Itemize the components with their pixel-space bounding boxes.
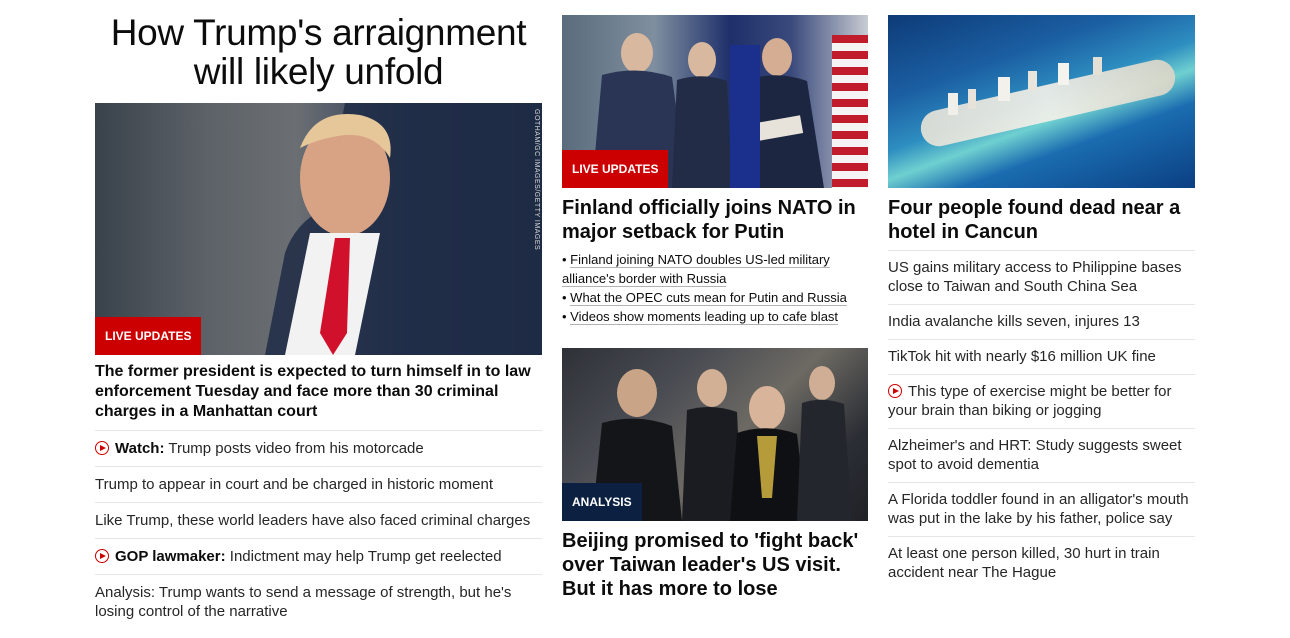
bullet-link: Videos show moments leading up to cafe b… xyxy=(570,309,839,325)
live-updates-badge: LIVE UPDATES xyxy=(562,150,669,188)
link-text: Trump to appear in court and be charged … xyxy=(95,476,493,493)
live-updates-badge: LIVE UPDATES xyxy=(95,317,202,355)
list-item[interactable]: Watch: Trump posts video from his motorc… xyxy=(95,430,542,466)
link-text: Analysis: Trump wants to send a message … xyxy=(95,584,512,620)
taiwan-photo[interactable]: ANALYSIS xyxy=(562,348,868,521)
nato-photo[interactable]: LIVE UPDATES xyxy=(562,15,868,188)
list-item[interactable]: At least one person killed, 30 hurt in t… xyxy=(888,536,1195,590)
analysis-badge: ANALYSIS xyxy=(562,483,642,521)
secondary-stories-column: LIVE UPDATES Finland officially joins NA… xyxy=(562,0,868,607)
list-item[interactable]: TikTok hit with nearly $16 million UK fi… xyxy=(888,339,1195,374)
link-text: Like Trump, these world leaders have als… xyxy=(95,512,531,529)
play-video-icon xyxy=(95,549,109,563)
list-item[interactable]: • Finland joining NATO doubles US-led mi… xyxy=(562,250,868,288)
nato-headline[interactable]: Finland officially joins NATO in major s… xyxy=(562,196,868,244)
nato-bullets: • Finland joining NATO doubles US-led mi… xyxy=(562,250,868,326)
world-news-column: Four people found dead near a hotel in C… xyxy=(888,0,1195,590)
list-item[interactable]: Analysis: Trump wants to send a message … xyxy=(95,574,542,629)
link-text: Indictment may help Trump get reelected xyxy=(225,548,502,565)
bullet-link: Finland joining NATO doubles US-led mili… xyxy=(562,252,830,287)
lead-summary[interactable]: The former president is expected to turn… xyxy=(95,362,542,422)
world-links: US gains military access to Philippine b… xyxy=(888,250,1195,590)
list-item[interactable]: India avalanche kills seven, injures 13 xyxy=(888,304,1195,339)
link-text: Alzheimer's and HRT: Study suggests swee… xyxy=(888,437,1182,473)
link-prefix: Watch: xyxy=(115,440,165,457)
trump-photo[interactable]: GOTHAM/GC IMAGES/GETTY IMAGES LIVE UPDAT… xyxy=(95,103,542,355)
cancun-headline[interactable]: Four people found dead near a hotel in C… xyxy=(888,196,1195,244)
link-text: TikTok hit with nearly $16 million UK fi… xyxy=(888,348,1156,365)
link-prefix: GOP lawmaker: xyxy=(115,548,226,565)
play-video-icon xyxy=(95,441,109,455)
link-text: At least one person killed, 30 hurt in t… xyxy=(888,545,1160,581)
list-item[interactable]: This type of exercise might be better fo… xyxy=(888,374,1195,428)
list-item[interactable]: US gains military access to Philippine b… xyxy=(888,250,1195,304)
hotel-buildings-illustration xyxy=(948,57,1102,115)
play-video-icon xyxy=(888,384,902,398)
cancun-photo[interactable] xyxy=(888,15,1195,188)
link-text: A Florida toddler found in an alligator'… xyxy=(888,491,1189,527)
taiwan-headline[interactable]: Beijing promised to 'fight back' over Ta… xyxy=(562,529,868,601)
lead-story-column: How Trump's arraignment will likely unfo… xyxy=(95,0,542,629)
related-links: Watch: Trump posts video from his motorc… xyxy=(95,430,542,629)
us-flag xyxy=(832,35,868,188)
list-item[interactable]: Like Trump, these world leaders have als… xyxy=(95,502,542,538)
nato-flag xyxy=(730,45,760,188)
link-text: India avalanche kills seven, injures 13 xyxy=(888,313,1140,330)
list-item[interactable]: A Florida toddler found in an alligator'… xyxy=(888,482,1195,536)
list-item[interactable]: GOP lawmaker: Indictment may help Trump … xyxy=(95,538,542,574)
lead-headline[interactable]: How Trump's arraignment will likely unfo… xyxy=(95,13,542,91)
list-item[interactable]: • Videos show moments leading up to cafe… xyxy=(562,307,868,326)
list-item[interactable]: • What the OPEC cuts mean for Putin and … xyxy=(562,288,868,307)
link-text: US gains military access to Philippine b… xyxy=(888,259,1182,295)
list-item[interactable]: Alzheimer's and HRT: Study suggests swee… xyxy=(888,428,1195,482)
bullet-link: What the OPEC cuts mean for Putin and Ru… xyxy=(570,290,847,306)
link-text: Trump posts video from his motorcade xyxy=(164,440,424,457)
link-text: This type of exercise might be better fo… xyxy=(888,383,1172,419)
list-item[interactable]: Trump to appear in court and be charged … xyxy=(95,466,542,502)
photo-credit: GOTHAM/GC IMAGES/GETTY IMAGES xyxy=(533,109,540,251)
